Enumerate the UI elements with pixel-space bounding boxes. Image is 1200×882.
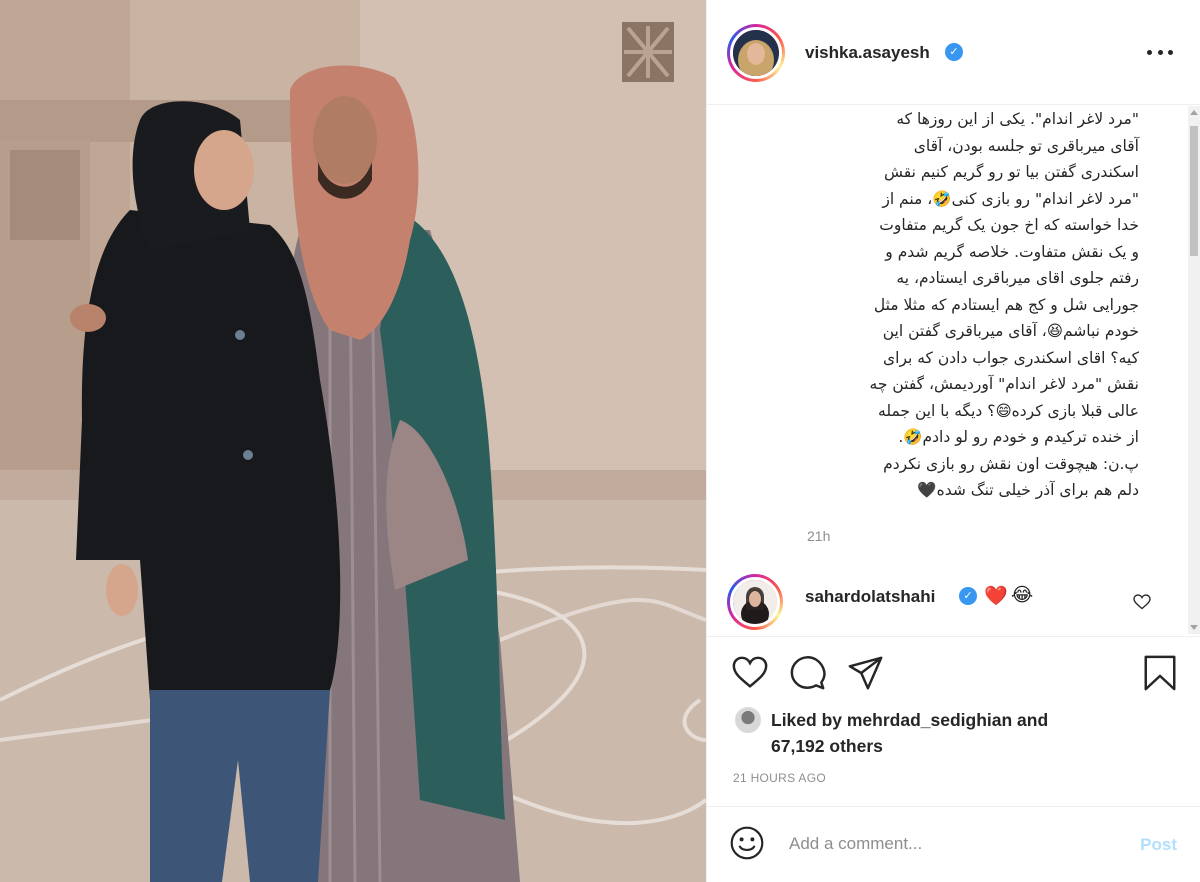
likes-and: and: [1012, 710, 1049, 730]
comment-item: sahardolatshahi ✓ ❤️ 😂: [707, 570, 1200, 634]
caption-line: نقش "مرد لاغر اندام" آوردیمش، گفتن چه: [869, 375, 1139, 393]
emoji-smiley-icon[interactable]: [729, 825, 765, 861]
caption-line: جورایی شل و کج هم ایستادم که مثلا مثل: [873, 295, 1139, 314]
caption-line: آقای میرباقری تو جلسه بودن، آقای: [913, 136, 1139, 155]
caption-line: عالی قبلا بازی کرده😄؟ دیگه با این جمله: [878, 401, 1139, 420]
caption-line: خدا خواسته که اخ جون یک گریم متفاوت: [879, 216, 1139, 234]
commenter-username[interactable]: sahardolatshahi: [805, 587, 935, 607]
add-comment-input[interactable]: [789, 829, 1089, 859]
commenter-avatar-image: [733, 580, 777, 624]
caption-line: از خنده ترکیدم و خودم رو لو دادم🤣.: [898, 428, 1139, 446]
comments-scrollbar[interactable]: [1188, 106, 1200, 634]
commenter-avatar[interactable]: [727, 574, 783, 630]
caption-line: پ.ن: هیچوقت اون نقش رو بازی نکردم: [883, 454, 1139, 473]
caption-age[interactable]: 21h: [807, 528, 830, 544]
caption-container: "مرد لاغر اندام". یکی از این روزها که آق…: [707, 106, 1200, 566]
share-icon[interactable]: [847, 654, 885, 692]
scrollbar-thumb[interactable]: [1190, 126, 1198, 256]
caption-line: و یک نقش متفاوت. خلاصه گریم شدم و: [885, 242, 1139, 261]
comment-icon[interactable]: [789, 654, 827, 692]
liker-avatar[interactable]: [735, 707, 761, 733]
caption-line: "مرد لاغر اندام" رو بازی کنی🤣، منم از: [882, 189, 1139, 208]
post-timestamp[interactable]: 21 HOURS AGO: [733, 771, 826, 785]
add-comment-bar: Post: [707, 806, 1200, 882]
caption-line: دلم هم برای آذر خیلی تنگ شده🖤: [917, 481, 1139, 499]
post-header: vishka.asayesh ✓: [707, 0, 1200, 105]
heart-icon[interactable]: [731, 654, 769, 692]
caption-line: اسکندری گفتن بیا تو رو گریم کنیم نقش: [883, 163, 1139, 181]
like-comment-icon[interactable]: [1133, 594, 1151, 610]
bookmark-icon[interactable]: [1141, 654, 1179, 692]
post-photo-illustration: [0, 0, 706, 882]
likes-prefix: Liked by: [771, 710, 847, 730]
likes-count[interactable]: 67,192 others: [771, 736, 883, 756]
caption-line: خودم نباشم😆، آقای میرباقری گفتن این: [882, 322, 1139, 340]
likes-summary: Liked by mehrdad_sedighian and 67,192 ot…: [771, 707, 1151, 759]
post-side-panel: vishka.asayesh ✓ "مرد لاغر اندام". یکی ا…: [706, 0, 1200, 882]
author-avatar-image: [733, 30, 779, 76]
comment-laugh-emoji: 😂: [1011, 584, 1034, 606]
verified-badge-icon: ✓: [945, 43, 963, 61]
post-comment-button[interactable]: Post: [1140, 835, 1177, 855]
liker-username[interactable]: mehrdad_sedighian: [847, 710, 1012, 730]
author-username[interactable]: vishka.asayesh: [805, 43, 930, 63]
caption-line: رفتم جلوی اقای میرباقری ایستادم، یه: [896, 269, 1139, 287]
scroll-up-icon[interactable]: [1190, 110, 1198, 115]
post-caption: "مرد لاغر اندام". یکی از این روزها که آق…: [747, 106, 1139, 504]
caption-line: "مرد لاغر اندام". یکی از این روزها که: [896, 110, 1139, 128]
verified-badge-icon: ✓: [959, 587, 977, 605]
comment-heart-emoji: ❤️: [984, 585, 1008, 607]
post-photo[interactable]: [0, 0, 706, 882]
author-avatar[interactable]: [727, 24, 785, 82]
more-options-icon[interactable]: [1147, 44, 1173, 60]
caption-line: کیه؟ اقای اسکندری جواب دادن که برای: [883, 348, 1139, 367]
